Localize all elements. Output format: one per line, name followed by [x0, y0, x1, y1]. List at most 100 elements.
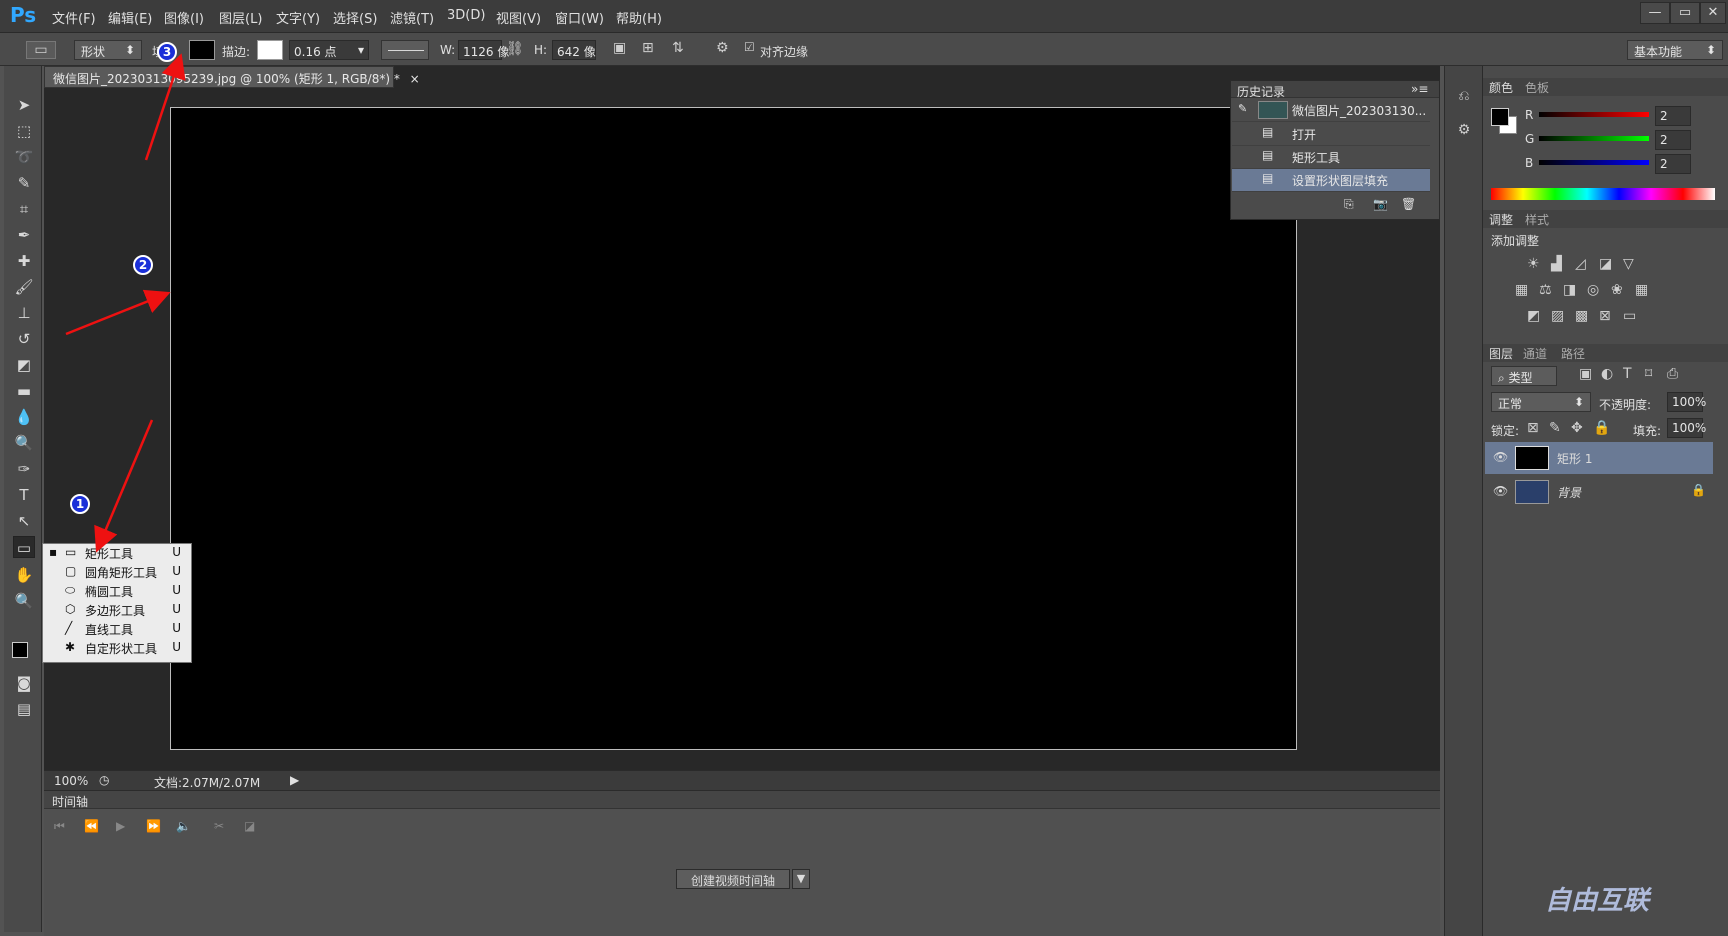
rectangle-tool-icon[interactable]: ▭	[13, 536, 35, 558]
prev-frame-icon[interactable]: ⏪	[84, 819, 99, 833]
color-foreground-swatch[interactable]	[1491, 108, 1509, 126]
path-arrangement-icon[interactable]: ⇅	[672, 40, 684, 56]
gradient-map-icon[interactable]: ▭	[1623, 308, 1636, 324]
crop-tool-icon[interactable]: ⌗	[13, 198, 35, 220]
history-brush-tool-icon[interactable]: ↺	[13, 328, 35, 350]
stroke-width-field[interactable]: 0.16 点 ▾	[289, 40, 369, 60]
tool-preset-icon[interactable]: ▭	[26, 41, 56, 59]
exposure-icon[interactable]: ◪	[1599, 256, 1612, 272]
threshold-icon[interactable]: ▩	[1575, 308, 1588, 324]
photo-filter-icon[interactable]: ◎	[1587, 282, 1599, 298]
audio-icon[interactable]: 🔈	[176, 819, 191, 833]
filter-shape-icon[interactable]: ⌑	[1645, 366, 1652, 382]
menu-help[interactable]: 帮助(H)	[616, 8, 662, 27]
eyedropper-tool-icon[interactable]: ✒	[13, 224, 35, 246]
first-frame-icon[interactable]: ⏮	[54, 819, 65, 834]
quick-select-tool-icon[interactable]: ✎	[13, 172, 35, 194]
marquee-tool-icon[interactable]: ⬚	[13, 120, 35, 142]
trash-icon[interactable]: 🗑	[1401, 197, 1416, 211]
fill-swatch[interactable]	[189, 40, 215, 60]
screen-mode-icon[interactable]: ▤	[13, 698, 35, 720]
menu-layer[interactable]: 图层(L)	[219, 8, 262, 27]
r-slider[interactable]	[1539, 112, 1649, 117]
tab-adjustments[interactable]: 调整	[1489, 211, 1513, 228]
play-arrow-icon[interactable]: ▶	[290, 773, 299, 787]
history-item-rectangle[interactable]: ▤ 矩形工具	[1232, 146, 1430, 169]
zoom-level[interactable]: 100%	[54, 774, 88, 788]
hand-tool-icon[interactable]: ✋	[13, 564, 35, 586]
filter-adjust-icon[interactable]: ◐	[1601, 366, 1613, 382]
eye-icon[interactable]: 👁	[1493, 450, 1508, 464]
b-slider[interactable]	[1539, 160, 1649, 165]
panel-menu-icon[interactable]: »≡	[1411, 82, 1428, 96]
g-field[interactable]: 2	[1655, 130, 1691, 150]
bw-icon[interactable]: ◨	[1563, 282, 1576, 298]
selective-color-icon[interactable]: ⊠	[1599, 308, 1611, 324]
status-info-icon[interactable]: ◷	[99, 773, 109, 787]
tab-layers[interactable]: 图层	[1489, 345, 1513, 362]
tab-swatches[interactable]: 色板	[1525, 79, 1549, 96]
channel-mixer-icon[interactable]: ❀	[1611, 282, 1623, 298]
eraser-tool-icon[interactable]: ◩	[13, 354, 35, 376]
menu-filter[interactable]: 滤镜(T)	[390, 8, 434, 27]
lock-position-icon[interactable]: ✥	[1571, 420, 1583, 436]
camera-icon[interactable]: 📷	[1373, 197, 1388, 211]
link-icon[interactable]: ⛓	[506, 41, 524, 57]
gradient-tool-icon[interactable]: ▬	[13, 380, 35, 402]
height-field[interactable]: 642 像	[552, 40, 596, 60]
flyout-custom-shape-tool[interactable]: ✱ 自定形状工具 U	[43, 639, 191, 658]
stroke-type-select[interactable]: ―――	[381, 40, 429, 60]
brush-source-icon[interactable]: ✎	[1238, 102, 1247, 115]
tab-channels[interactable]: 通道	[1523, 345, 1547, 362]
eye-icon[interactable]: 👁	[1493, 484, 1508, 498]
mode-select[interactable]: 形状 ⬍	[74, 40, 142, 60]
scissors-icon[interactable]: ✂	[214, 819, 224, 833]
path-operations-icon[interactable]: ▣	[613, 40, 626, 56]
move-tool-icon[interactable]: ➤	[13, 94, 35, 116]
flyout-rectangle-tool[interactable]: ▪ ▭ 矩形工具 U	[43, 544, 191, 563]
create-video-timeline-button[interactable]: 创建视频时间轴	[676, 869, 790, 889]
flyout-line-tool[interactable]: ╱ 直线工具 U	[43, 620, 191, 639]
menu-select[interactable]: 选择(S)	[333, 8, 377, 27]
fill-field[interactable]: 100%	[1667, 418, 1706, 438]
lasso-tool-icon[interactable]: ➰	[13, 146, 35, 168]
filter-smart-icon[interactable]: ⎙	[1667, 366, 1678, 382]
quick-mask-icon[interactable]: ◙	[13, 672, 35, 694]
flyout-ellipse-tool[interactable]: ⬭ 椭圆工具 U	[43, 582, 191, 601]
menu-file[interactable]: 文件(F)	[52, 8, 96, 27]
document-tab[interactable]: 微信图片_20230313095239.jpg @ 100% (矩形 1, RG…	[44, 66, 420, 88]
timeline-title[interactable]: 时间轴	[52, 793, 88, 810]
filter-pixel-icon[interactable]: ▣	[1579, 366, 1592, 382]
properties-dock-icon[interactable]: ⚙	[1453, 122, 1475, 138]
menu-type[interactable]: 文字(Y)	[276, 8, 320, 27]
path-select-tool-icon[interactable]: ↖	[13, 510, 35, 532]
canvas-black-rectangle[interactable]	[170, 107, 1297, 750]
menu-3d[interactable]: 3D(D)	[447, 8, 485, 23]
flyout-polygon-tool[interactable]: ⬡ 多边形工具 U	[43, 601, 191, 620]
curves-icon[interactable]: ◿	[1575, 256, 1586, 272]
filter-type-icon[interactable]: T	[1623, 366, 1632, 382]
layer-row[interactable]: 👁 背景 🔒	[1485, 476, 1713, 508]
stamp-tool-icon[interactable]: ⊥	[13, 302, 35, 324]
lookup-icon[interactable]: ▦	[1635, 282, 1648, 298]
path-alignment-icon[interactable]: ⊞	[642, 40, 654, 56]
stroke-swatch[interactable]	[257, 40, 283, 60]
color-spectrum[interactable]	[1491, 188, 1715, 200]
width-field[interactable]: 1126 像	[458, 40, 509, 60]
history-item-set-fill[interactable]: ▤ 设置形状图层填充	[1232, 169, 1430, 192]
dodge-tool-icon[interactable]: 🔍	[13, 432, 35, 454]
levels-icon[interactable]: ▟	[1551, 256, 1562, 272]
pen-tool-icon[interactable]: ✑	[13, 458, 35, 480]
layer-filter-select[interactable]: ⌕ 类型	[1491, 366, 1557, 386]
menu-view[interactable]: 视图(V)	[496, 8, 541, 27]
lock-all-icon[interactable]: 🔒	[1593, 420, 1610, 436]
flyout-rounded-rectangle-tool[interactable]: ▢ 圆角矩形工具 U	[43, 563, 191, 582]
lock-pixels-icon[interactable]: ✎	[1549, 420, 1561, 436]
next-frame-icon[interactable]: ⏩	[146, 819, 161, 833]
play-icon[interactable]: ▶	[116, 819, 125, 833]
hue-icon[interactable]: ▦	[1515, 282, 1528, 298]
menu-image[interactable]: 图像(I)	[164, 8, 204, 27]
checkbox-icon[interactable]: ☑	[744, 40, 755, 54]
blend-mode-select[interactable]: 正常 ⬍	[1491, 392, 1591, 412]
brightness-icon[interactable]: ☀	[1527, 256, 1540, 272]
